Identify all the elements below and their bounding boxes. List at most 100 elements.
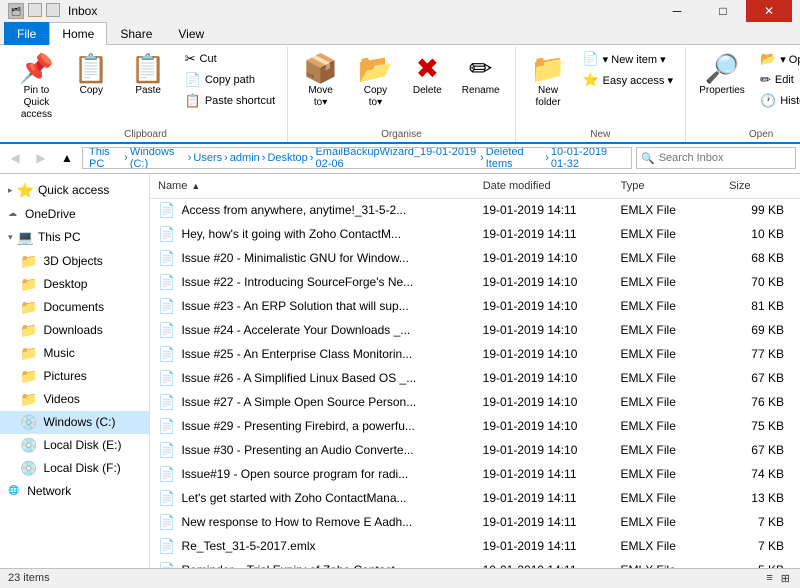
sidebar-item-pictures[interactable]: 📁 Pictures bbox=[0, 365, 149, 388]
rename-button[interactable]: ✏ Rename bbox=[453, 49, 509, 102]
addr-part-3[interactable]: Users bbox=[193, 152, 222, 164]
disk-icon-c: 💿 bbox=[20, 414, 37, 431]
table-row[interactable]: 📄 Reminder _ Trial Expiry of Zoho Contac… bbox=[150, 559, 800, 568]
paste-shortcut-button[interactable]: 📋 Paste shortcut bbox=[179, 91, 282, 111]
details-view-button[interactable]: ⊞ bbox=[779, 572, 792, 585]
file-date: 19-01-2019 14:11 bbox=[475, 466, 613, 482]
table-row[interactable]: 📄 Issue#19 - Open source program for rad… bbox=[150, 463, 800, 487]
window-icon-3[interactable] bbox=[46, 3, 60, 17]
back-button[interactable]: ◀ bbox=[4, 147, 26, 169]
table-row[interactable]: 📄 Re_Test_31-5-2017.emlx 19-01-2019 14:1… bbox=[150, 535, 800, 559]
file-type: EMLX File bbox=[613, 538, 721, 554]
title-bar: 🗂 Inbox ─ □ ✕ bbox=[0, 0, 800, 22]
open-button[interactable]: 📂 ▾ Open ▾ bbox=[754, 49, 800, 69]
table-row[interactable]: 📄 Hey, how's it going with Zoho ContactM… bbox=[150, 223, 800, 247]
maximize-btn[interactable]: □ bbox=[700, 0, 746, 22]
history-button[interactable]: 🕐 History bbox=[754, 91, 800, 111]
file-size: 76 KB bbox=[721, 394, 800, 410]
table-row[interactable]: 📄 Issue #20 - Minimalistic GNU for Windo… bbox=[150, 247, 800, 271]
sidebar-item-quick-access[interactable]: ▸ ⭐ Quick access bbox=[0, 178, 149, 203]
col-header-date[interactable]: Date modified bbox=[475, 178, 613, 194]
cut-button[interactable]: ✂ Cut bbox=[179, 49, 282, 69]
sort-arrow-name: ▲ bbox=[191, 181, 200, 191]
sidebar-item-windows-c[interactable]: 💿 Windows (C:) bbox=[0, 411, 149, 434]
close-btn[interactable]: ✕ bbox=[746, 0, 792, 22]
table-row[interactable]: 📄 Let's get started with Zoho ContactMan… bbox=[150, 487, 800, 511]
addr-part-7[interactable]: Deleted Items bbox=[486, 147, 543, 169]
file-type: EMLX File bbox=[613, 490, 721, 506]
sidebar-item-desktop[interactable]: 📁 Desktop bbox=[0, 273, 149, 296]
tab-file[interactable]: File bbox=[4, 22, 49, 45]
sidebar-item-3d-objects[interactable]: 📁 3D Objects bbox=[0, 250, 149, 273]
paste-button[interactable]: 📋 Paste bbox=[122, 49, 175, 102]
table-row[interactable]: 📄 Issue #22 - Introducing SourceForge's … bbox=[150, 271, 800, 295]
sidebar-item-this-pc[interactable]: ▾ 💻 This PC bbox=[0, 225, 149, 250]
main-layout: ▸ ⭐ Quick access ☁ OneDrive ▾ 💻 This PC … bbox=[0, 174, 800, 568]
delete-button[interactable]: ✖ Delete bbox=[404, 49, 451, 102]
file-icon: 📄 bbox=[158, 250, 175, 267]
history-label: History bbox=[780, 95, 800, 107]
file-type: EMLX File bbox=[613, 202, 721, 218]
addr-part-8[interactable]: 10-01-2019 01-32 bbox=[551, 147, 625, 169]
sidebar-item-music[interactable]: 📁 Music bbox=[0, 342, 149, 365]
sidebar-item-videos[interactable]: 📁 Videos bbox=[0, 388, 149, 411]
sidebar-item-local-disk-e[interactable]: 💿 Local Disk (E:) bbox=[0, 434, 149, 457]
addr-part-6[interactable]: EmailBackupWizard_19-01-2019 02-06 bbox=[315, 147, 478, 169]
table-row[interactable]: 📄 Issue #30 - Presenting an Audio Conver… bbox=[150, 439, 800, 463]
list-view-button[interactable]: ≡ bbox=[764, 572, 774, 585]
sidebar-item-documents[interactable]: 📁 Documents bbox=[0, 296, 149, 319]
table-row[interactable]: 📄 New response to How to Remove E Aadh..… bbox=[150, 511, 800, 535]
copy-label: Copy bbox=[80, 85, 103, 97]
file-name: Issue#19 - Open source program for radi.… bbox=[181, 467, 408, 481]
new-folder-button[interactable]: 📁 New folder bbox=[522, 49, 575, 114]
table-row[interactable]: 📄 Issue #27 - A Simple Open Source Perso… bbox=[150, 391, 800, 415]
tab-share[interactable]: Share bbox=[107, 22, 165, 45]
new-item-button[interactable]: 📄 ▾ New item ▾ bbox=[576, 49, 679, 69]
network-icon: 🌐 bbox=[8, 485, 19, 496]
window-icon-1[interactable]: 🗂 bbox=[8, 3, 24, 19]
window-icon-2[interactable] bbox=[28, 3, 42, 17]
tab-view[interactable]: View bbox=[165, 22, 217, 45]
copy-path-button[interactable]: 📄 Copy path bbox=[179, 70, 282, 90]
move-to-button[interactable]: 📦 Move to▾ bbox=[294, 49, 347, 114]
sidebar-item-downloads[interactable]: 📁 Downloads bbox=[0, 319, 149, 342]
3d-objects-label: 3D Objects bbox=[43, 254, 102, 268]
easy-access-button[interactable]: ⭐ Easy access ▾ bbox=[576, 70, 679, 90]
col-header-size[interactable]: Size bbox=[721, 178, 800, 194]
minimize-btn[interactable]: ─ bbox=[654, 0, 700, 22]
file-size: 7 KB bbox=[721, 514, 800, 530]
addr-part-5[interactable]: Desktop bbox=[267, 152, 307, 164]
table-row[interactable]: 📄 Issue #25 - An Enterprise Class Monito… bbox=[150, 343, 800, 367]
addr-part-4[interactable]: admin bbox=[230, 152, 260, 164]
table-row[interactable]: 📄 Access from anywhere, anytime!_31-5-2.… bbox=[150, 199, 800, 223]
address-bar[interactable]: This PC › Windows (C:) › Users › admin ›… bbox=[82, 147, 632, 169]
table-row[interactable]: 📄 Issue #29 - Presenting Firebird, a pow… bbox=[150, 415, 800, 439]
file-type: EMLX File bbox=[613, 298, 721, 314]
paste-icon: 📋 bbox=[131, 54, 166, 85]
table-row[interactable]: 📄 Issue #24 - Accelerate Your Downloads … bbox=[150, 319, 800, 343]
addr-part-2[interactable]: Windows (C:) bbox=[130, 147, 186, 169]
addr-part-1[interactable]: This PC bbox=[89, 147, 122, 169]
sidebar-item-network[interactable]: 🌐 Network bbox=[0, 480, 149, 502]
copy-to-button[interactable]: 📂 Copy to▾ bbox=[349, 49, 402, 114]
clipboard-small-buttons: ✂ Cut 📄 Copy path 📋 Paste shortcut bbox=[179, 49, 282, 111]
sidebar-item-local-disk-f[interactable]: 💿 Local Disk (F:) bbox=[0, 457, 149, 480]
copy-button[interactable]: 📋 Copy bbox=[65, 49, 118, 102]
table-row[interactable]: 📄 Issue #26 - A Simplified Linux Based O… bbox=[150, 367, 800, 391]
file-date: 19-01-2019 14:10 bbox=[475, 418, 613, 434]
col-header-name[interactable]: Name ▲ bbox=[150, 178, 475, 194]
properties-button[interactable]: 🔎 Properties bbox=[692, 49, 752, 102]
sidebar-item-onedrive[interactable]: ☁ OneDrive bbox=[0, 203, 149, 225]
pin-to-quick-access-button[interactable]: 📌 Pin to Quick access bbox=[10, 49, 63, 126]
tab-home[interactable]: Home bbox=[49, 22, 107, 45]
cloud-icon: ☁ bbox=[8, 208, 17, 219]
file-name: Issue #23 - An ERP Solution that will su… bbox=[181, 299, 408, 313]
forward-button[interactable]: ▶ bbox=[30, 147, 52, 169]
file-name: Issue #29 - Presenting Firebird, a power… bbox=[181, 419, 414, 433]
table-row[interactable]: 📄 Issue #23 - An ERP Solution that will … bbox=[150, 295, 800, 319]
edit-button[interactable]: ✏ Edit bbox=[754, 70, 800, 90]
search-bar[interactable]: 🔍 bbox=[636, 147, 796, 169]
up-button[interactable]: ▲ bbox=[56, 147, 78, 169]
search-input[interactable] bbox=[659, 152, 800, 164]
col-header-type[interactable]: Type bbox=[613, 178, 721, 194]
